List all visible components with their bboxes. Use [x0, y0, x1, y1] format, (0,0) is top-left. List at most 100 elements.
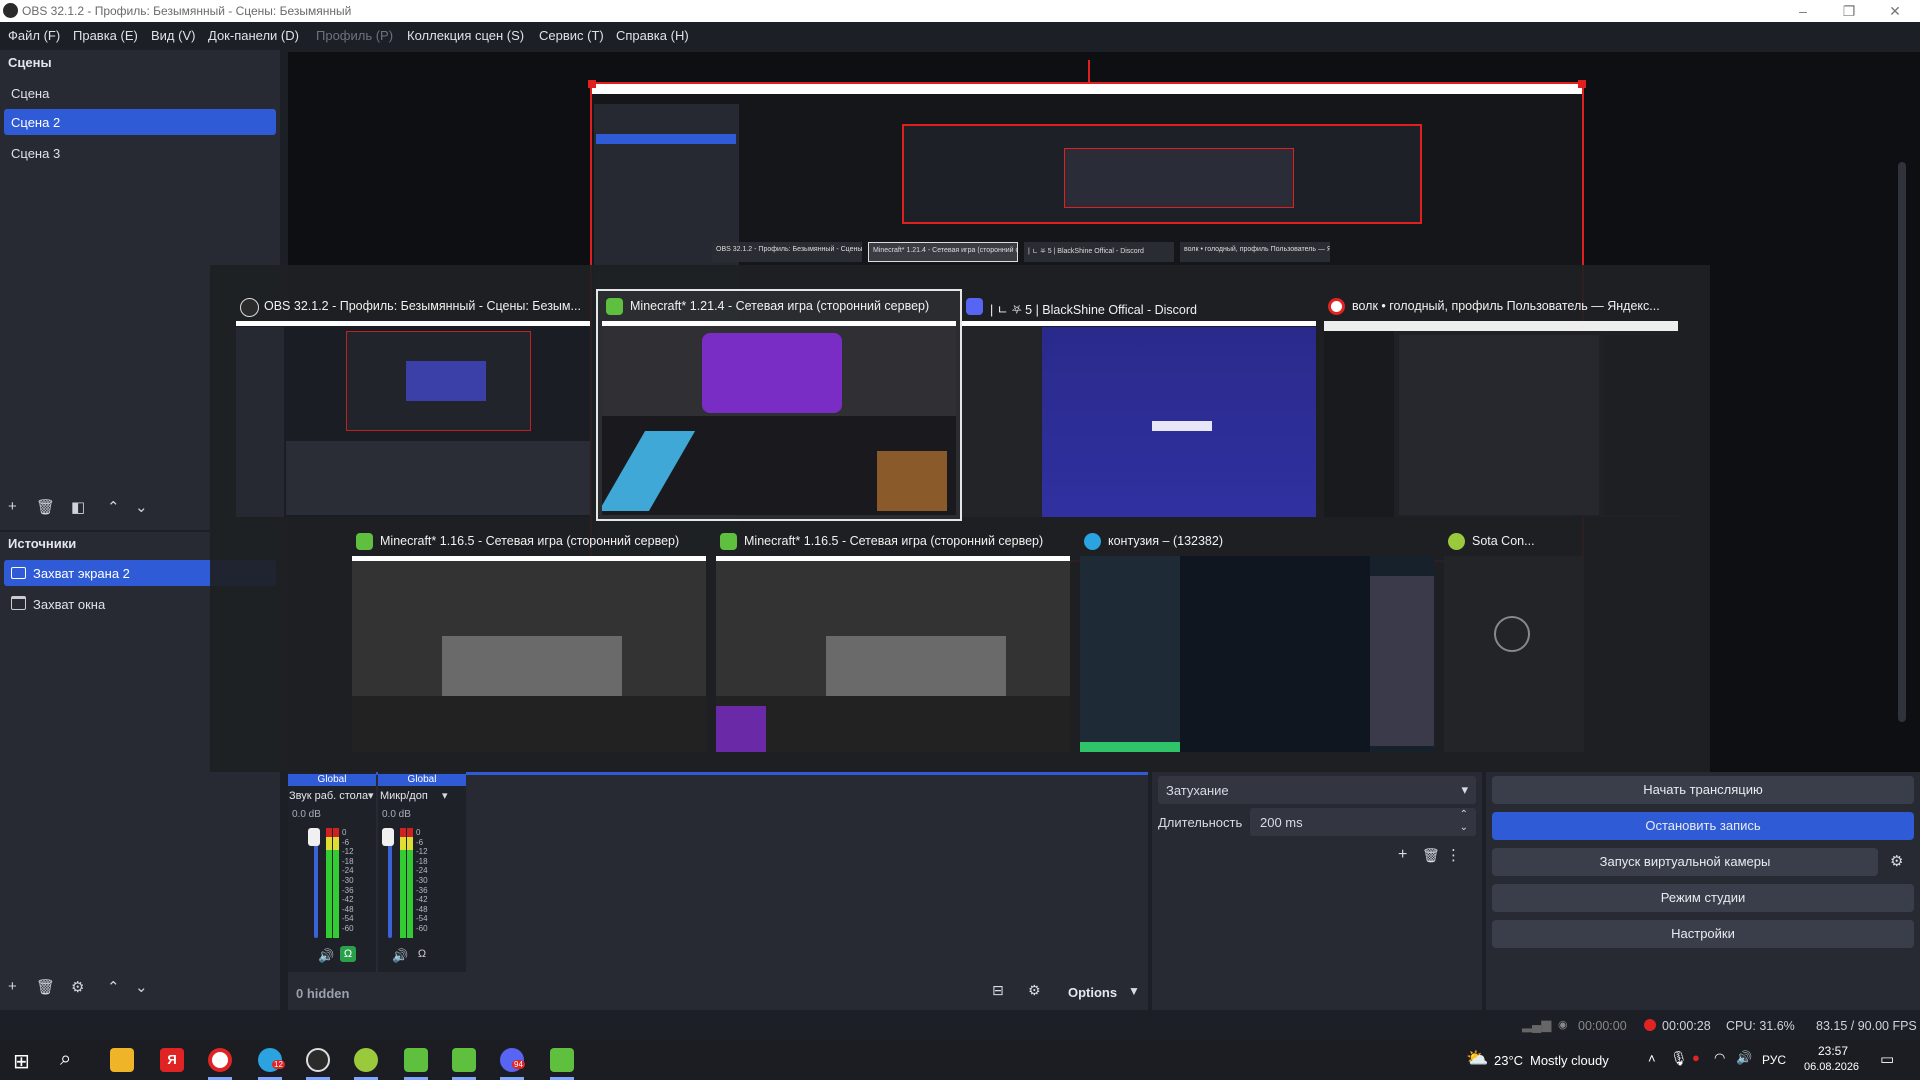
- switcher-window-obs[interactable]: OBS 32.1.2 - Профиль: Безымянный - Сцены…: [236, 295, 590, 517]
- switcher-window-minecraft-1165[interactable]: Minecraft* 1.16.5 - Сетевая игра (сторон…: [352, 530, 706, 752]
- tray-chevron-up-icon[interactable]: ˄: [1648, 1051, 1656, 1066]
- telegram-icon[interactable]: 12: [258, 1048, 285, 1072]
- remove-transition-trash-icon[interactable]: 🗑: [1422, 847, 1440, 864]
- minecraft-icon[interactable]: [452, 1048, 476, 1072]
- minimize-button[interactable]: –: [1780, 0, 1826, 22]
- windows-start-icon[interactable]: ⊞: [13, 1049, 30, 1074]
- level-meter: [326, 828, 332, 938]
- mixer-channel: Global Микр/доп ▾ 0.0 dB 0 -6 -12 -18 -24 -30…: [378, 772, 466, 972]
- yandex-browser-icon[interactable]: [208, 1048, 232, 1072]
- menu-help[interactable]: Справка (H): [616, 28, 689, 43]
- close-button[interactable]: ✕: [1872, 0, 1918, 22]
- transition-select[interactable]: Затухание ▾: [1158, 776, 1476, 804]
- resize-handle[interactable]: [588, 80, 596, 88]
- speaker-icon[interactable]: 🔊: [392, 948, 408, 964]
- switcher-window-discord[interactable]: | ㄴ ⛧ 5 | BlackShine Offical - Discord: [962, 295, 1316, 517]
- menu-scene-collection[interactable]: Коллекция сцен (S): [407, 28, 524, 43]
- chevron-down-icon[interactable]: ▼: [1128, 984, 1140, 998]
- stop-recording-button[interactable]: Остановить запись: [1492, 812, 1914, 840]
- switcher-window-minecraft-1165-b[interactable]: Minecraft* 1.16.5 - Сетевая игра (сторон…: [716, 530, 1070, 752]
- mini-thumb: Minecraft* 1.21.4 - Сетевая игра (сторон…: [868, 242, 1018, 262]
- sota-icon: [1448, 533, 1465, 550]
- menu-docks[interactable]: Док-панели (D): [208, 28, 299, 43]
- menu-file[interactable]: Файл (F): [8, 28, 60, 43]
- advanced-audio-gear-icon[interactable]: ⚙: [1028, 982, 1041, 999]
- maximize-button[interactable]: ❐: [1826, 0, 1872, 22]
- chevron-down-icon[interactable]: ▾: [442, 789, 448, 802]
- switcher-window-telegram[interactable]: контузия – (132382): [1080, 530, 1434, 752]
- virtual-camera-gear-icon[interactable]: ⚙: [1890, 852, 1903, 870]
- search-icon[interactable]: ⌕: [60, 1048, 71, 1071]
- channel-volume-db: 0.0 dB: [292, 809, 321, 820]
- channel-name[interactable]: Микр/доп: [380, 790, 428, 802]
- duration-input[interactable]: 200 ms ⌃ ⌄: [1250, 808, 1476, 836]
- start-virtual-camera-button[interactable]: Запуск виртуальной камеры: [1492, 848, 1878, 876]
- remove-scene-trash-icon[interactable]: 🗑: [36, 498, 55, 516]
- weather-cloud-icon[interactable]: ⛅: [1466, 1048, 1488, 1069]
- speaker-icon[interactable]: 🔊: [318, 948, 334, 964]
- scene-filters-icon[interactable]: ◧: [71, 498, 85, 516]
- nested-preview: [902, 124, 1422, 224]
- move-down-icon[interactable]: ⌄: [135, 978, 148, 996]
- level-meter: [400, 828, 406, 938]
- obs-icon[interactable]: [306, 1048, 330, 1072]
- menu-edit[interactable]: Правка (E): [73, 28, 138, 43]
- headphones-icon[interactable]: Ω: [340, 946, 356, 962]
- yandex-icon[interactable]: Я: [160, 1048, 184, 1072]
- scene-item-selected[interactable]: Сцена 2: [4, 109, 276, 135]
- move-up-icon[interactable]: ⌃: [107, 978, 120, 996]
- file-explorer-icon[interactable]: [110, 1048, 134, 1072]
- wifi-icon[interactable]: ◠: [1714, 1050, 1725, 1066]
- nested-selected-scene: [596, 134, 736, 144]
- move-up-icon[interactable]: ⌃: [107, 498, 120, 516]
- sota-icon[interactable]: [354, 1048, 378, 1072]
- meter-scale: 0 -6 -12 -18 -24 -30 -36 -42 -48 -54 -60: [416, 828, 428, 933]
- headphones-off-icon[interactable]: Ω: [414, 946, 430, 962]
- volume-icon[interactable]: 🔊: [1736, 1050, 1752, 1066]
- weather-text[interactable]: Mostly cloudy: [1530, 1053, 1609, 1068]
- move-down-icon[interactable]: ⌄: [135, 498, 148, 516]
- switcher-window-sota[interactable]: Sota Con...: [1444, 530, 1584, 752]
- microphone-icon[interactable]: 🎙: [1670, 1050, 1688, 1067]
- add-source-button[interactable]: +: [8, 978, 17, 995]
- switcher-window-minecraft-1214[interactable]: Minecraft* 1.21.4 - Сетевая игра (сторон…: [596, 289, 962, 521]
- discord-icon[interactable]: 94: [500, 1048, 525, 1072]
- tray-app-icon[interactable]: ●: [1692, 1050, 1700, 1065]
- volume-slider-handle[interactable]: [382, 828, 394, 846]
- scene-item[interactable]: Сцена 3: [4, 139, 276, 165]
- chevron-down-icon[interactable]: ▾: [368, 789, 374, 802]
- channel-name[interactable]: Звук раб. стола: [289, 790, 368, 802]
- weather-temp[interactable]: 23°C: [1494, 1053, 1523, 1068]
- layout-toggle-icon[interactable]: ⊟: [992, 982, 1004, 999]
- controls-dock: Начать трансляцию Остановить запись Запу…: [1486, 772, 1920, 1010]
- input-language[interactable]: РУС: [1762, 1053, 1786, 1067]
- settings-button[interactable]: Настройки: [1492, 920, 1914, 948]
- spin-arrows-icon: ⌃ ⌄: [1459, 809, 1468, 833]
- source-properties-gear-icon[interactable]: ⚙: [71, 978, 84, 996]
- menu-profile[interactable]: Профиль (P): [316, 28, 393, 43]
- menu-view[interactable]: Вид (V): [151, 28, 195, 43]
- scenes-title: Сцены: [8, 55, 52, 70]
- discord-badge: 94: [512, 1060, 525, 1069]
- resize-handle[interactable]: [1578, 80, 1586, 88]
- preview-scrollbar[interactable]: [1898, 162, 1906, 722]
- clock-date[interactable]: 06.08.2026: [1804, 1061, 1859, 1073]
- sources-title: Источники: [8, 536, 77, 551]
- minecraft-icon[interactable]: [550, 1048, 574, 1072]
- notifications-icon[interactable]: ▭: [1880, 1050, 1894, 1068]
- studio-mode-button[interactable]: Режим студии: [1492, 884, 1914, 912]
- rotation-handle[interactable]: [1088, 60, 1090, 84]
- scene-item[interactable]: Сцена: [4, 79, 276, 105]
- minecraft-icon: [356, 533, 373, 550]
- minecraft-icon[interactable]: [404, 1048, 428, 1072]
- add-transition-button[interactable]: +: [1398, 846, 1407, 864]
- menu-tools[interactable]: Сервис (T): [539, 28, 604, 43]
- clock-time[interactable]: 23:57: [1818, 1044, 1848, 1058]
- more-options-icon[interactable]: ⋮: [1446, 846, 1461, 864]
- options-menu[interactable]: Options: [1068, 985, 1117, 1000]
- remove-source-trash-icon[interactable]: 🗑: [36, 978, 55, 996]
- switcher-window-yandex[interactable]: волк • голодный, профиль Пользователь — …: [1324, 295, 1678, 517]
- start-streaming-button[interactable]: Начать трансляцию: [1492, 776, 1914, 804]
- volume-slider-handle[interactable]: [308, 828, 320, 846]
- add-scene-button[interactable]: +: [8, 498, 17, 515]
